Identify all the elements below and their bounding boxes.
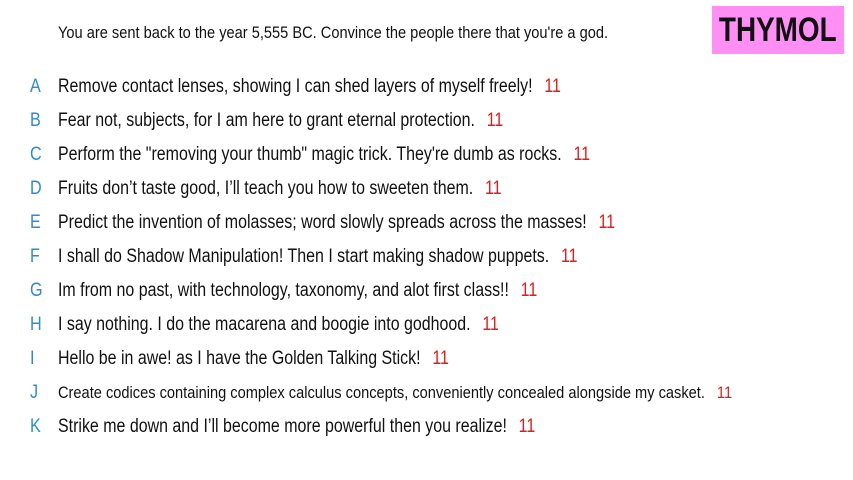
answer-text: Hello be in awe! as I have the Golden Ta… [58,348,421,369]
answer-letter: J [30,382,39,403]
answer-score: 11 [520,280,538,301]
answer-score: 11 [518,416,536,437]
answer-score: 11 [716,383,733,402]
answer-score: 11 [544,76,561,97]
answer-score: 11 [484,178,502,199]
answer-row-k: K Strike me down and I’ll become more po… [0,410,853,444]
answer-text: Fear not, subjects, for I am here to gra… [58,110,475,131]
answer-text: Predict the invention of molasses; word … [58,212,587,233]
answer-letter: G [30,280,43,301]
answer-text: Fruits don’t taste good, I’ll teach you … [58,178,474,199]
answer-row-c: C Perform the "removing your thumb" magi… [0,138,853,172]
answer-row-a: A Remove contact lenses, showing I can s… [0,70,853,104]
answer-score: 11 [560,246,578,267]
answer-row-d: D Fruits don’t taste good, I’ll teach yo… [0,172,853,206]
answer-text: Strike me down and I’ll become more powe… [58,416,507,437]
answer-row-f: F I shall do Shadow Manipulation! Then I… [0,240,853,274]
answer-letter: C [30,144,42,165]
answer-score: 11 [598,212,616,233]
answer-text: Perform the "removing your thumb" magic … [58,144,562,165]
answer-letter: F [30,246,40,267]
answer-letter: K [30,416,41,437]
answer-row-e: E Predict the invention of molasses; wor… [0,206,853,240]
answer-letter: B [30,110,41,131]
answer-score: 11 [486,110,504,131]
question-prompt: You are sent back to the year 5,555 BC. … [58,23,609,42]
answer-row-h: H I say nothing. I do the macarena and b… [0,308,853,342]
answer-score: 11 [573,144,591,165]
answer-score: 11 [482,314,499,335]
answer-letter: D [30,178,42,199]
answer-letter: H [30,314,42,335]
answer-text: Im from no past, with technology, taxono… [58,280,509,301]
answer-letter: I [30,348,35,369]
answer-row-g: G Im from no past, with technology, taxo… [0,274,853,308]
answer-letter: A [30,76,41,97]
answer-text: Remove contact lenses, showing I can she… [58,76,533,97]
answer-row-j: J Create codices containing complex calc… [0,376,853,410]
answer-row-b: B Fear not, subjects, for I am here to g… [0,104,853,138]
answer-text: Create codices containing complex calcul… [58,383,705,402]
answer-text: I shall do Shadow Manipulation! Then I s… [58,246,550,267]
answer-letter: E [30,212,41,233]
thymol-logo: THYMOL [712,6,844,54]
answer-text: I say nothing. I do the macarena and boo… [58,314,471,335]
logo-text: THYMOL [719,10,837,49]
answer-score: 11 [432,348,449,369]
answer-row-i: I Hello be in awe! as I have the Golden … [0,342,853,376]
